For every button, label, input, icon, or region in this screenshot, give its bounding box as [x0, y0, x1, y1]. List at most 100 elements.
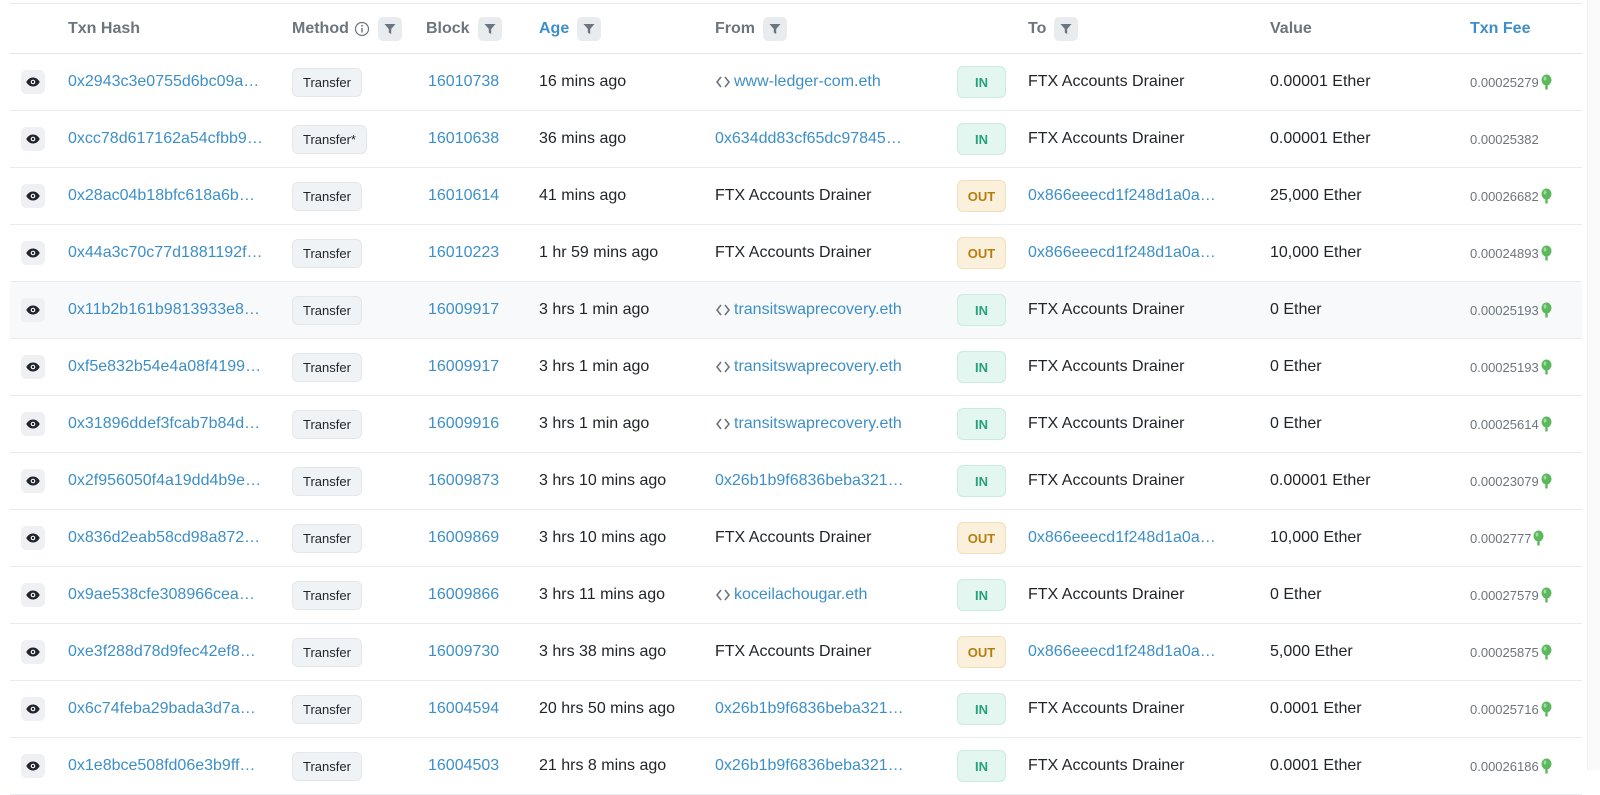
to-address-link[interactable]: 0x866eeecd1f248d1a0a… — [1028, 529, 1228, 547]
txn-fee-cell: 0.00025614 — [1470, 396, 1552, 452]
filter-icon — [384, 23, 396, 34]
from-address-link[interactable]: 0x26b1b9f6836beba321… — [715, 700, 915, 718]
eye-icon[interactable] — [21, 127, 45, 151]
from-address-link[interactable]: www-ledger-com.eth — [734, 73, 924, 91]
gas-price-icon[interactable] — [1541, 644, 1552, 660]
to-address-link[interactable]: 0x866eeecd1f248d1a0a… — [1028, 643, 1228, 661]
gas-price-icon[interactable] — [1541, 473, 1552, 489]
gas-price-icon[interactable] — [1541, 188, 1552, 204]
eye-icon[interactable] — [21, 469, 45, 493]
to-address-link[interactable]: 0x866eeecd1f248d1a0a… — [1028, 187, 1228, 205]
txn-hash-link[interactable]: 0xcc78d617162a54cfbb9… — [68, 130, 268, 148]
txn-hash-link[interactable]: 0x2943c3e0755d6bc09a… — [68, 73, 268, 91]
from-address-link[interactable]: 0x634dd83cf65dc97845… — [715, 130, 915, 148]
direction-cell: IN — [957, 111, 1006, 167]
direction-badge: IN — [957, 123, 1006, 155]
table-row: 0x9ae538cfe308966cea… Transfer 16009866 … — [10, 567, 1582, 624]
txn-hash-link[interactable]: 0x6c74feba29bada3d7a… — [68, 700, 268, 718]
contract-icon — [715, 417, 731, 431]
txn-fee-cell: 0.00027579 — [1470, 567, 1552, 623]
block-link[interactable]: 16009917 — [428, 301, 499, 319]
eye-icon[interactable] — [21, 640, 45, 664]
quick-view-cell — [10, 168, 45, 224]
to-address-link[interactable]: 0x866eeecd1f248d1a0a… — [1028, 244, 1228, 262]
value-cell: 0 Ether — [1270, 396, 1322, 452]
gas-price-icon[interactable] — [1533, 530, 1544, 546]
gas-price-icon[interactable] — [1541, 758, 1552, 774]
txn-hash-cell: 0x2943c3e0755d6bc09a… — [68, 54, 278, 110]
quick-view-cell — [10, 567, 45, 623]
gas-price-icon[interactable] — [1541, 416, 1552, 432]
age-cell: 16 mins ago — [539, 54, 626, 110]
block-link[interactable]: 16004503 — [428, 757, 499, 775]
txn-hash-link[interactable]: 0xf5e832b54e4a08f4199… — [68, 358, 268, 376]
block-link[interactable]: 16004594 — [428, 700, 499, 718]
block-filter-button[interactable] — [477, 16, 502, 41]
eye-icon[interactable] — [21, 412, 45, 436]
txn-fee-header-toggle[interactable]: Txn Fee — [1470, 20, 1530, 38]
eye-icon[interactable] — [21, 241, 45, 265]
gas-price-icon[interactable] — [1541, 302, 1552, 318]
block-cell: 16010614 — [428, 168, 499, 224]
gas-price-icon[interactable] — [1541, 359, 1552, 375]
method-badge: Transfer — [292, 637, 362, 667]
table-row: 0xe3f288d78d9fec42ef8… Transfer 16009730… — [10, 624, 1582, 681]
from-address-link[interactable]: koceilachougar.eth — [734, 586, 924, 604]
eye-icon[interactable] — [21, 184, 45, 208]
to-filter-button[interactable] — [1054, 16, 1079, 41]
eye-icon[interactable] — [21, 583, 45, 607]
block-link[interactable]: 16010223 — [428, 244, 499, 262]
block-link[interactable]: 16009869 — [428, 529, 499, 547]
from-address-link[interactable]: transitswaprecovery.eth — [734, 358, 924, 376]
txn-hash-cell: 0x28ac04b18bfc618a6b… — [68, 168, 278, 224]
block-link[interactable]: 16010614 — [428, 187, 499, 205]
contract-icon — [715, 303, 731, 317]
direction-badge: IN — [957, 465, 1006, 497]
eye-icon[interactable] — [21, 526, 45, 550]
txn-hash-link[interactable]: 0x1e8bce508fd06e3b9ff… — [68, 757, 268, 775]
block-link[interactable]: 16009866 — [428, 586, 499, 604]
gas-price-icon[interactable] — [1541, 587, 1552, 603]
from-address-link[interactable]: 0x26b1b9f6836beba321… — [715, 472, 915, 490]
gas-price-icon[interactable] — [1541, 245, 1552, 261]
eye-icon[interactable] — [21, 355, 45, 379]
eye-icon[interactable] — [21, 697, 45, 721]
table-row: 0x11b2b161b9813933e8… Transfer 16009917 … — [10, 282, 1582, 339]
from-cell: transitswaprecovery.eth — [715, 282, 950, 338]
txn-hash-link[interactable]: 0x31896ddef3fcab7b84d… — [68, 415, 268, 433]
block-cell: 16009917 — [428, 282, 499, 338]
block-link[interactable]: 16010738 — [428, 73, 499, 91]
value-text: 0.00001 Ether — [1270, 130, 1371, 147]
value-cell: 0 Ether — [1270, 282, 1322, 338]
txn-hash-link[interactable]: 0xe3f288d78d9fec42ef8… — [68, 643, 268, 661]
txn-hash-link[interactable]: 0x11b2b161b9813933e8… — [68, 301, 268, 319]
vertical-scrollbar[interactable] — [1587, 0, 1600, 770]
block-link[interactable]: 16009730 — [428, 643, 499, 661]
from-address-link[interactable]: transitswaprecovery.eth — [734, 301, 924, 319]
age-cell: 3 hrs 1 min ago — [539, 282, 649, 338]
txn-hash-link[interactable]: 0x2f956050f4a19dd4b9e… — [68, 472, 268, 490]
block-link[interactable]: 16010638 — [428, 130, 499, 148]
info-icon[interactable] — [354, 21, 370, 37]
gas-price-icon[interactable] — [1541, 701, 1552, 717]
table-row: 0x1e8bce508fd06e3b9ff… Transfer 16004503… — [10, 738, 1582, 795]
block-link[interactable]: 16009917 — [428, 358, 499, 376]
from-address-link[interactable]: transitswaprecovery.eth — [734, 415, 924, 433]
eye-icon[interactable] — [21, 754, 45, 778]
method-cell: Transfer — [292, 624, 362, 680]
txn-hash-link[interactable]: 0x28ac04b18bfc618a6b… — [68, 187, 268, 205]
txn-hash-cell: 0x1e8bce508fd06e3b9ff… — [68, 738, 278, 794]
eye-icon[interactable] — [21, 70, 45, 94]
txn-hash-link[interactable]: 0x44a3c70c77d1881192f… — [68, 244, 268, 262]
from-filter-button[interactable] — [763, 16, 787, 41]
txn-hash-link[interactable]: 0x836d2eab58cd98a872… — [68, 529, 268, 547]
gas-price-icon[interactable] — [1541, 74, 1552, 90]
from-address-link[interactable]: 0x26b1b9f6836beba321… — [715, 757, 915, 775]
age-filter-button[interactable] — [577, 16, 602, 41]
block-link[interactable]: 16009916 — [428, 415, 499, 433]
eye-icon[interactable] — [21, 298, 45, 322]
block-link[interactable]: 16009873 — [428, 472, 499, 490]
age-header-toggle[interactable]: Age — [539, 20, 569, 38]
method-filter-button[interactable] — [377, 16, 402, 41]
txn-hash-link[interactable]: 0x9ae538cfe308966cea… — [68, 586, 268, 604]
